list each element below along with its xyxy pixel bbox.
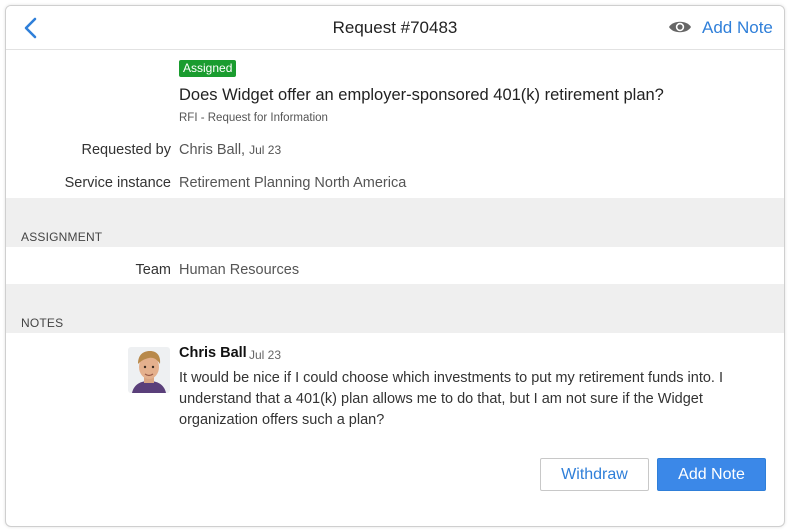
note-date: Jul 23 [249,348,282,362]
notes-section-header: NOTES [6,284,784,333]
requested-by-value: Chris Ball, Jul 23 [179,142,282,158]
eye-icon[interactable] [668,18,692,36]
requester-name[interactable]: Chris Ball [179,142,241,158]
request-subject: Does Widget offer an employer-sponsored … [179,86,664,104]
team-value[interactable]: Human Resources [179,262,299,278]
note-text: It would be nice if I could choose which… [179,370,724,428]
notes-section-title: NOTES [21,316,64,330]
status-badge: Assigned [179,60,237,77]
add-note-button[interactable]: Add Note [657,458,766,491]
assignment-section-header: ASSIGNMENT [6,198,784,247]
header-bar: Request #70483 Add Note [6,6,784,50]
request-type: RFI - Request for Information [179,112,328,124]
note-author[interactable]: Chris Ball [179,345,247,361]
requested-date: Jul 23 [249,143,282,157]
service-instance-value[interactable]: Retirement Planning North America [179,175,406,191]
withdraw-button[interactable]: Withdraw [540,458,649,491]
service-instance-label: Service instance [64,175,171,191]
assignment-section-title: ASSIGNMENT [21,230,103,244]
team-label: Team [135,262,171,278]
header-add-note-link[interactable]: Add Note [702,18,773,38]
request-panel: Request #70483 Add Note Assigned Does Wi… [5,5,785,527]
avatar [128,347,170,393]
requested-by-label: Requested by [81,142,171,158]
